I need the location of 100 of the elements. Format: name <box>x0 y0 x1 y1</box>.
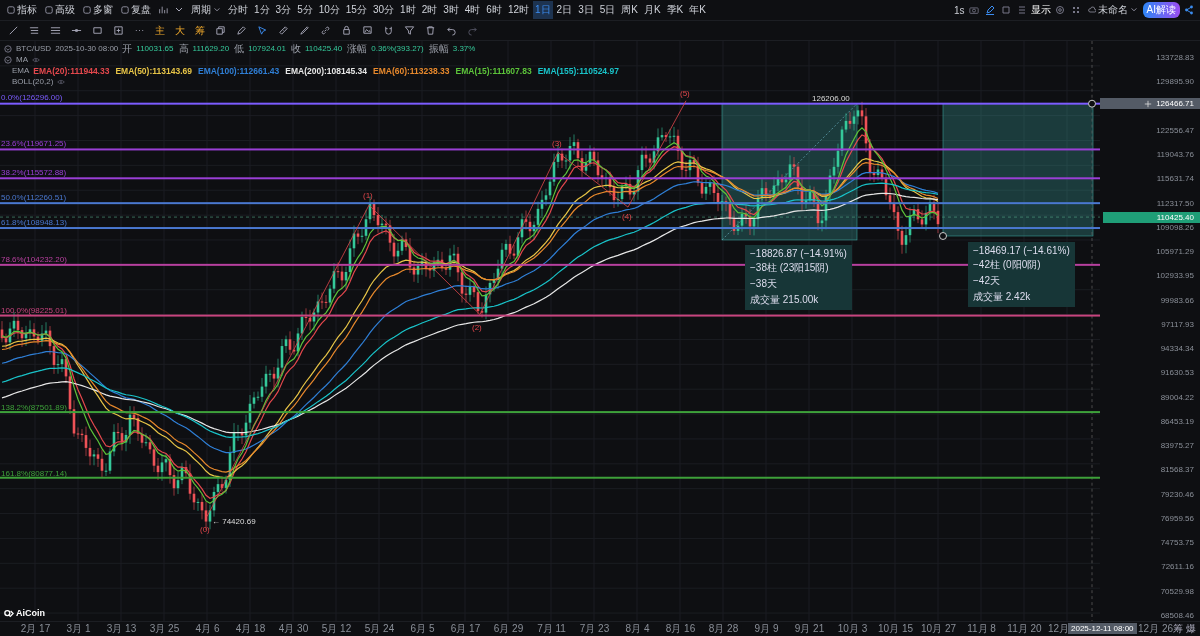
interval-tab[interactable]: 1分 <box>252 1 272 19</box>
ohlc-label: 低 <box>234 41 245 56</box>
filter-icon[interactable] <box>404 25 415 36</box>
time-tick: 9月 21 <box>793 622 826 636</box>
interval-tab[interactable]: 周K <box>619 1 640 19</box>
line-icon[interactable] <box>8 25 19 36</box>
price-tick: 129895.90 <box>1155 77 1195 88</box>
time-tick: 6月 17 <box>449 622 482 636</box>
display-menu[interactable]: 显示 <box>1030 3 1051 17</box>
measurement-box[interactable] <box>721 103 858 241</box>
menu-icon[interactable] <box>50 25 61 36</box>
menu-button[interactable]: 多窗 <box>80 3 116 17</box>
price-tick: 76959.56 <box>1159 513 1195 524</box>
stat-line: 成交量 2.42k <box>973 290 1032 304</box>
interval-tab[interactable]: 1时 <box>398 1 418 19</box>
price-tick: 86453.19 <box>1159 416 1195 427</box>
ohlc-value: 110031.65 <box>136 44 174 53</box>
overlay-toggle[interactable]: 筹 <box>193 23 207 38</box>
share-icon[interactable] <box>1184 5 1194 15</box>
logo-text: AiCoin <box>16 608 45 618</box>
interval-tab[interactable]: 分时 <box>226 1 250 19</box>
interval-tab[interactable]: 年K <box>687 1 708 19</box>
price-tick: 112317.50 <box>1155 198 1195 209</box>
magnet-icon[interactable] <box>383 25 394 36</box>
interval-tab[interactable]: 6时 <box>484 1 504 19</box>
rect-icon[interactable] <box>92 25 103 36</box>
interval-tab[interactable]: 15分 <box>343 1 369 19</box>
pen-icon[interactable] <box>236 25 247 36</box>
image-icon[interactable] <box>362 25 373 36</box>
ohlc-value: 3.37% <box>452 44 476 53</box>
brush-icon[interactable] <box>299 25 310 36</box>
interval-tab[interactable]: 3时 <box>441 1 461 19</box>
time-tick: 3月 1 <box>65 622 92 636</box>
square-icon[interactable] <box>1000 5 1011 15</box>
interval-tab[interactable]: 1日 <box>533 1 553 19</box>
interval-tab[interactable]: 2日 <box>554 1 575 19</box>
time-tick: 10月 27 <box>920 622 957 636</box>
wave-line[interactable] <box>206 100 687 517</box>
price-tick: 79230.46 <box>1159 489 1195 500</box>
interval-tab[interactable]: 3分 <box>273 1 294 19</box>
copy-icon[interactable] <box>215 25 226 36</box>
interval-tab[interactable]: 季K <box>664 1 686 19</box>
time-tick: 4月 18 <box>234 622 267 636</box>
interval-tab[interactable]: 12时 <box>505 1 531 19</box>
indicator-name[interactable]: EMA <box>12 66 30 75</box>
link-icon[interactable] <box>320 25 331 36</box>
price-tick: 94334.34 <box>1159 344 1195 354</box>
settings-icon[interactable] <box>1054 5 1065 15</box>
lock-icon[interactable] <box>341 25 352 36</box>
stat-line: −42天 <box>973 274 1001 288</box>
collapse-icon[interactable] <box>4 55 12 64</box>
fibonacci-level-label: 78.6%(104232.20) <box>1 255 67 264</box>
interval-tab[interactable]: 10分 <box>316 1 342 19</box>
menu-button[interactable]: 复盘 <box>118 3 154 17</box>
price-tick: 70529.98 <box>1159 586 1195 597</box>
handle-icon[interactable] <box>939 232 947 240</box>
undo-icon[interactable] <box>446 25 457 36</box>
lines-icon[interactable] <box>29 25 40 36</box>
time-tick: 7月 11 <box>536 622 567 636</box>
handle-icon[interactable] <box>1088 99 1096 108</box>
wave-label: (0) <box>200 525 210 534</box>
time-tick: 4月 6 <box>194 622 221 636</box>
refresh-interval[interactable]: 1s <box>954 4 965 16</box>
pen-icon[interactable] <box>984 5 995 15</box>
time-tick: 12月 26 <box>1138 622 1174 636</box>
ohlc-label: 高 <box>178 41 189 56</box>
high-price-label: 126206.00 <box>812 94 850 103</box>
interval-tab[interactable]: 5日 <box>597 1 618 19</box>
interval-tab[interactable]: 30分 <box>370 1 397 19</box>
caret-icon <box>213 6 221 14</box>
stat-line: 成交量 215.00k <box>750 293 820 307</box>
indicator-name[interactable]: BOLL(20,2) <box>12 77 54 86</box>
trash-icon[interactable] <box>425 25 436 36</box>
interval-tab[interactable]: 月K <box>641 1 663 19</box>
period-dropdown[interactable]: 周期 <box>188 3 224 17</box>
interval-tab[interactable]: 5分 <box>295 1 315 19</box>
menu-button[interactable]: 指标 <box>4 3 40 17</box>
ruler-icon[interactable] <box>278 25 289 36</box>
addbox-icon[interactable] <box>113 25 124 36</box>
fibonacci-level-label: 38.2%(115572.88) <box>1 168 67 177</box>
interval-tab[interactable]: 3日 <box>576 1 596 19</box>
fibonacci-level-label: 50.0%(112260.51) <box>1 193 67 202</box>
ai-analysis-button[interactable]: AI解读 <box>1142 2 1180 18</box>
indicator-name[interactable]: MA <box>16 55 28 64</box>
interval-tab[interactable]: 4时 <box>462 1 483 19</box>
menu-button[interactable]: 高级 <box>42 3 78 17</box>
axis-settings-label[interactable]: 筹 爆 <box>1173 622 1196 636</box>
pointer-icon[interactable] <box>257 25 268 36</box>
chart-type-icon[interactable] <box>158 5 168 15</box>
indicator-value: EMA(155):110524.97 <box>537 65 619 76</box>
collapse-icon[interactable] <box>4 44 12 53</box>
layout-dropdown[interactable]: 未命名 <box>1084 3 1141 17</box>
price-tick: 91630.53 <box>1159 368 1195 379</box>
interval-tab[interactable]: 2时 <box>419 1 440 19</box>
overlay-toggle[interactable]: 大 <box>173 23 187 38</box>
add-icon[interactable] <box>1144 99 1153 108</box>
overlay-toggle[interactable]: 主 <box>153 23 167 38</box>
camera-icon[interactable] <box>968 5 979 15</box>
stat-line: −18469.17 (−14.61%) <box>973 245 1070 256</box>
ohlc-value: 0.36%(393.27) <box>371 44 424 53</box>
